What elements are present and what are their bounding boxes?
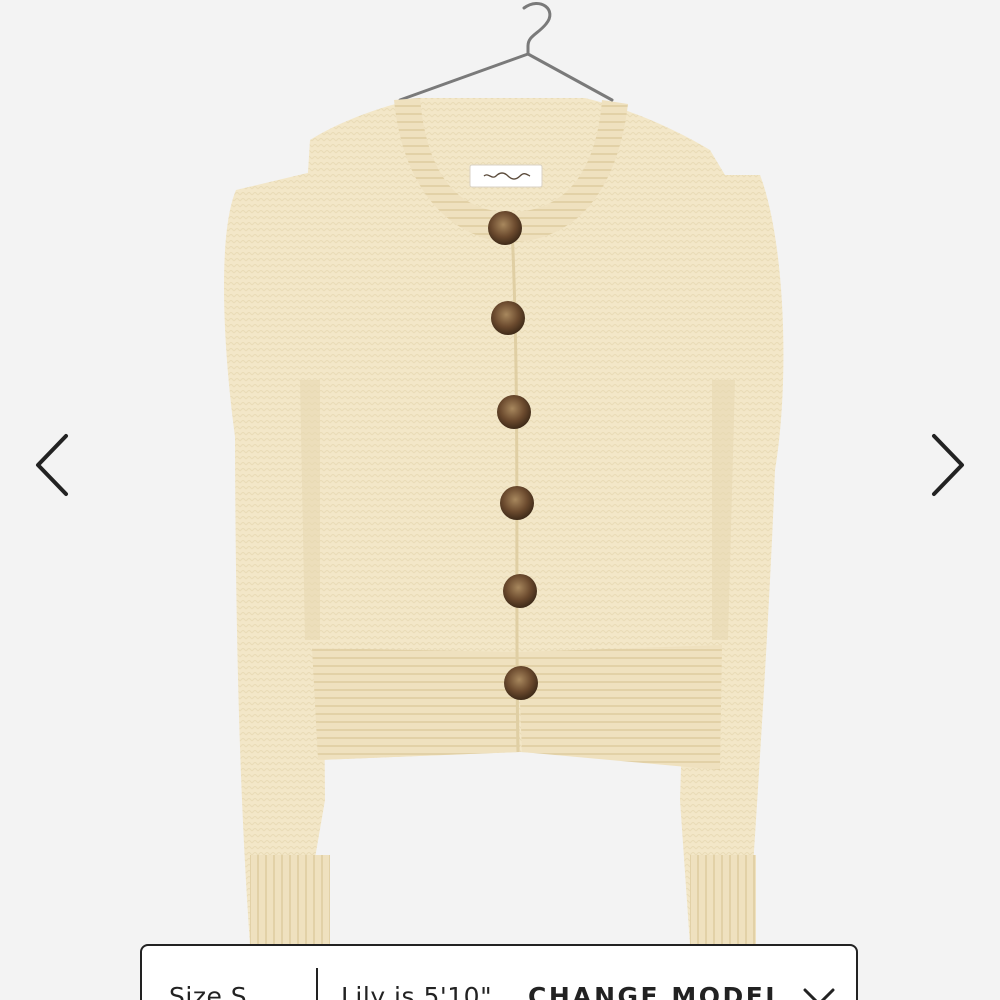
hem-band: [312, 648, 520, 760]
model-info-bar: Size S Lily is 5'10" CHANGE MODEL: [140, 944, 858, 1000]
product-image-viewer: Size S Lily is 5'10" CHANGE MODEL: [0, 0, 1000, 1000]
brand-label: [469, 164, 543, 188]
product-image: [0, 0, 1000, 1000]
previous-image-button[interactable]: [28, 430, 78, 500]
chevron-right-icon: [932, 434, 964, 496]
chevron-down-icon[interactable]: [802, 986, 836, 1000]
chevron-left-icon: [36, 434, 68, 496]
model-size-text: Size S: [169, 982, 248, 1000]
model-height-text: Lily is 5'10": [341, 982, 493, 1000]
next-image-button[interactable]: [922, 430, 972, 500]
change-model-button[interactable]: CHANGE MODEL: [528, 982, 784, 1000]
divider: [316, 968, 318, 1000]
